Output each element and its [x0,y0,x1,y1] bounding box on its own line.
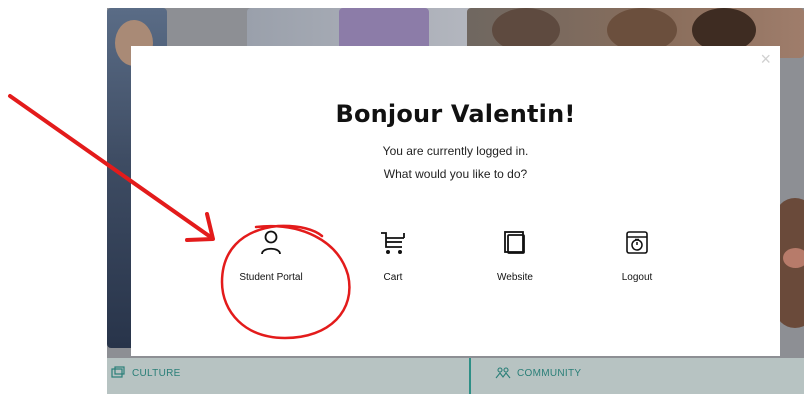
culture-link[interactable]: CULTURE [110,366,181,380]
close-icon[interactable]: × [760,50,771,68]
category-bar [107,358,804,394]
culture-icon [111,366,125,378]
logged-in-message: You are currently logged in. [382,144,529,158]
community-link[interactable]: COMMUNITY [495,366,581,380]
cart-button[interactable]: Cart [343,230,443,283]
category-divider [469,358,471,394]
website-button[interactable]: Website [465,230,565,283]
window-stack-icon [504,231,525,254]
logout-label: Logout [621,272,653,283]
login-options-modal: × Bonjour Valentin! You are currently lo… [131,46,780,356]
website-label: Website [497,272,533,283]
prompt-message: What would you like to do? [383,167,528,181]
culture-label: CULTURE [132,367,181,379]
cart-icon [381,232,405,254]
cart-label: Cart [383,272,403,283]
hero-photo-right-person [783,248,804,268]
community-icon [495,367,511,379]
modal-title: Bonjour Valentin! [335,100,576,128]
logout-button[interactable]: Logout [587,230,687,283]
community-label: COMMUNITY [517,367,582,379]
student-portal-label: Student Portal [239,272,303,283]
logout-timer-icon [626,231,648,254]
user-icon [261,230,281,255]
student-portal-button[interactable]: Student Portal [221,230,321,283]
